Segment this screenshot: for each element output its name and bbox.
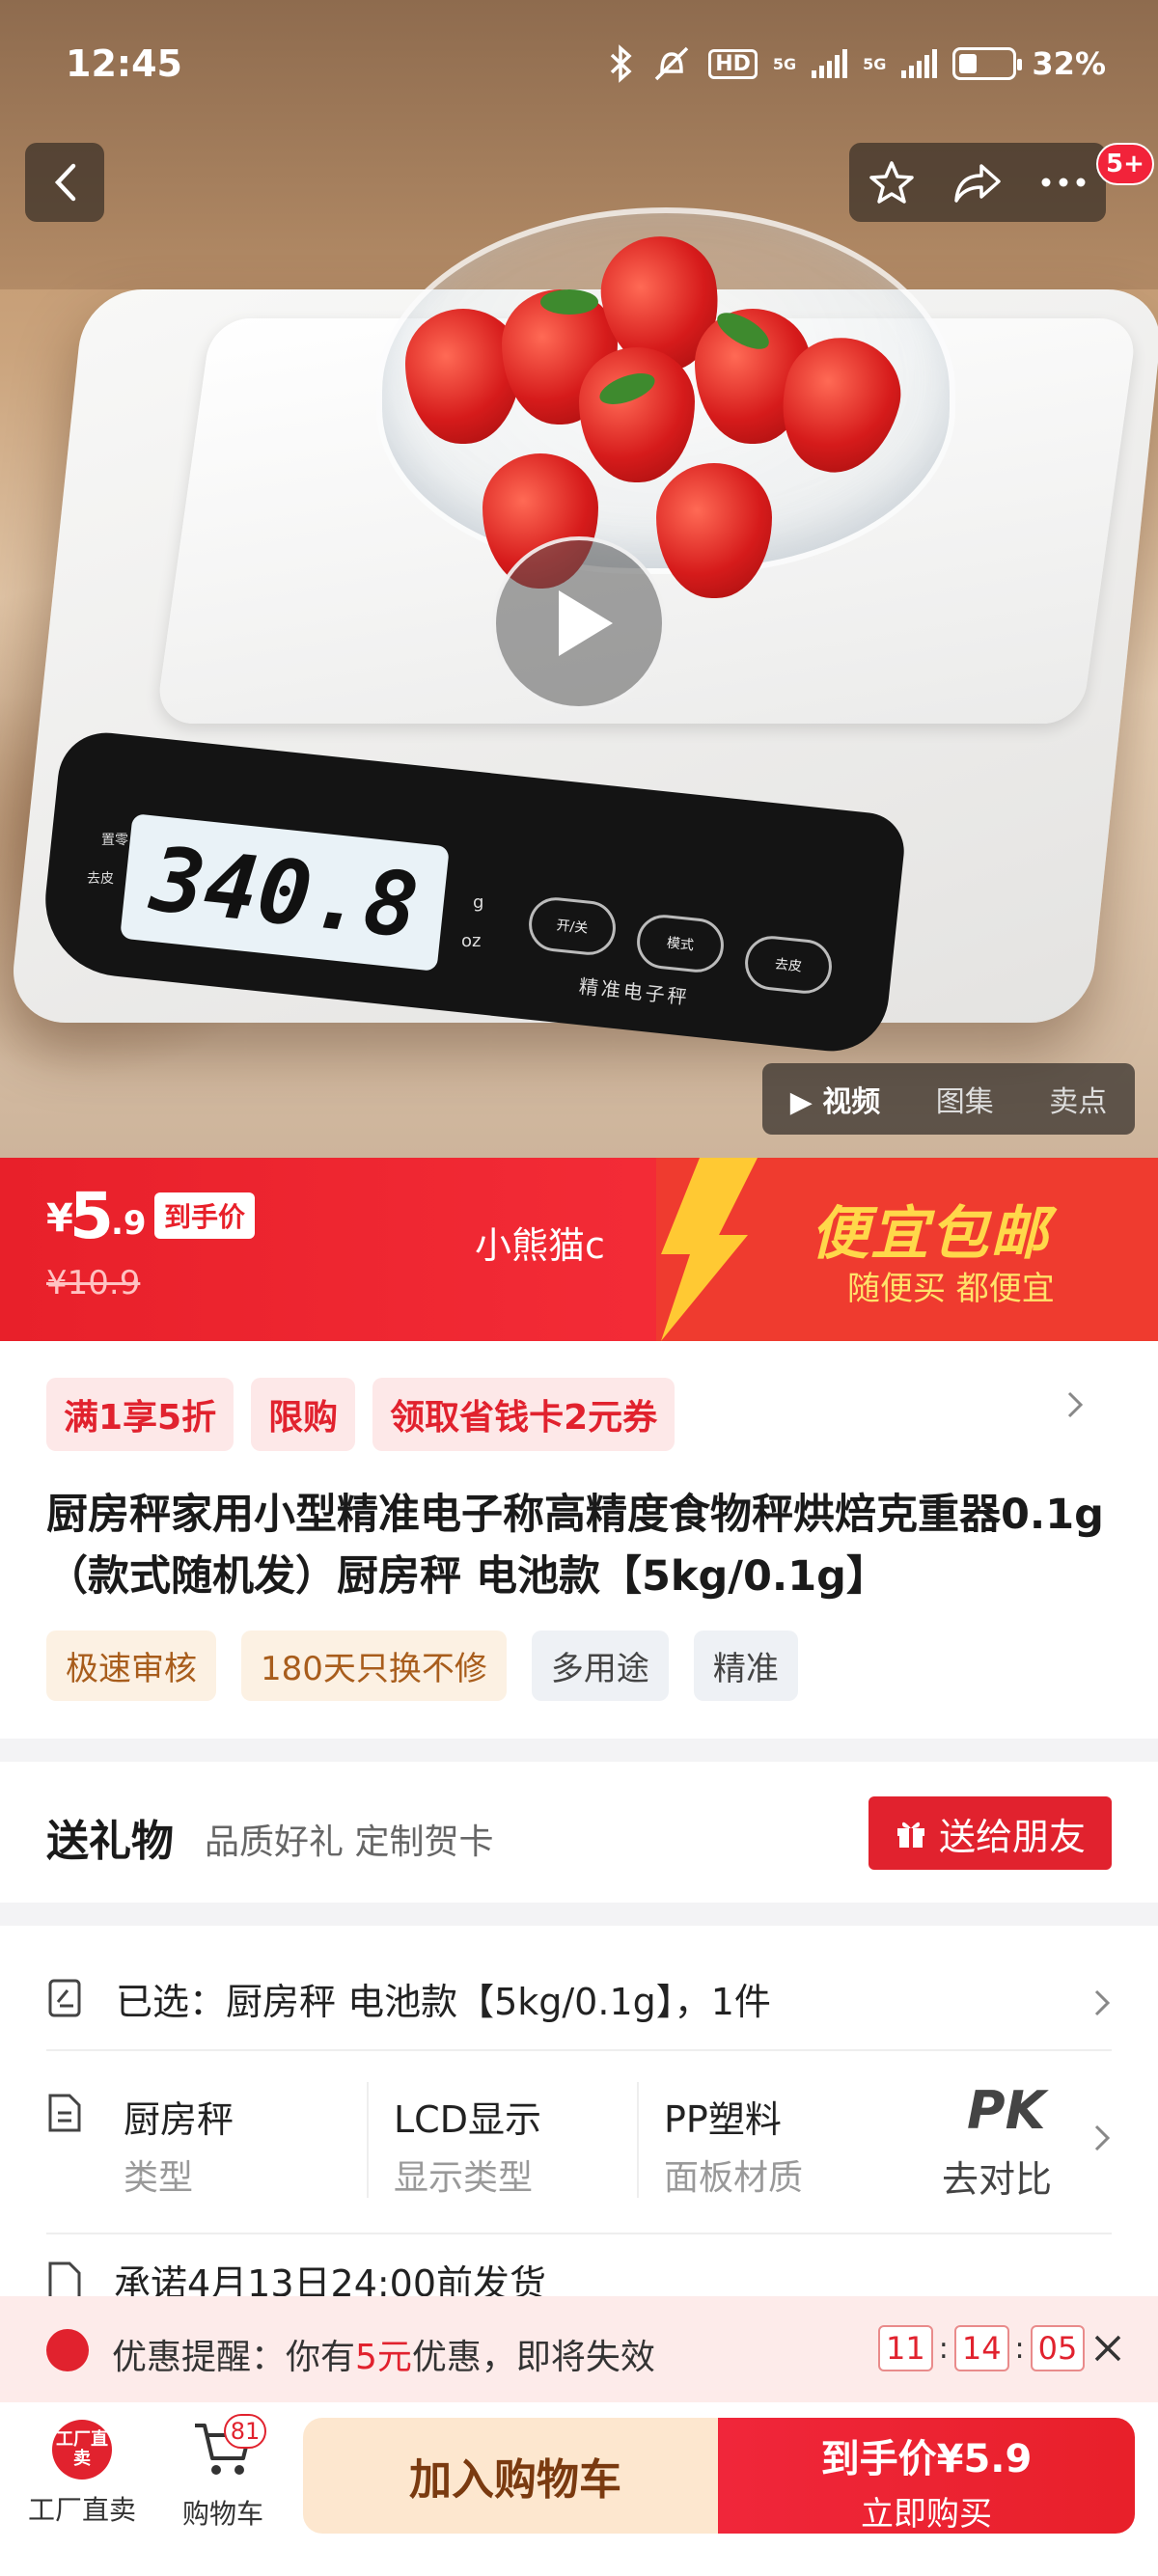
promo-tag[interactable]: 限购 (251, 1378, 356, 1451)
banner-slogan-sub: 随便买 都便宜 (847, 1270, 1055, 1308)
hd-icon: HD (708, 48, 758, 79)
bluetooth-icon (610, 44, 632, 83)
promo-tag[interactable]: 满1享5折 (46, 1378, 234, 1451)
pk-compare-badge[interactable]: PK (967, 2080, 1045, 2141)
media-tabs: ▶ 视频 图集 卖点 (762, 1063, 1135, 1135)
package-icon (48, 1979, 81, 2017)
product-info-card: 满1享5折 限购 领取省钱卡2元券 厨房秤家用小型精准电子称高精度食物秤烘焙克重… (0, 1341, 1158, 1739)
divider (637, 2082, 639, 2198)
buy-now-price: 到手价¥5.9 (820, 2437, 1033, 2481)
reminder-text: 优惠提醒：你有5元优惠，即将失效 (112, 2338, 655, 2377)
banner-slogan: 便宜包邮 (811, 1200, 1050, 1268)
promo-tag[interactable]: 领取省钱卡2元券 (372, 1378, 676, 1451)
send-to-friend-label: 送给朋友 (938, 1815, 1086, 1858)
gift-subtitle: 品质好礼 定制贺卡 (205, 1822, 494, 1862)
service-tag: 极速审核 (46, 1631, 216, 1701)
tab-gallery[interactable]: 图集 (936, 1078, 994, 1120)
shop-name[interactable]: 小熊猫c (475, 1216, 605, 1269)
cart-button[interactable]: 81 购物车 (160, 2414, 286, 2532)
divider (46, 2233, 1112, 2234)
bottom-action-bar: 工厂直卖 工厂直卖 81 购物车 加入购物车 到手价¥5.9 立即购买 (0, 2402, 1158, 2576)
header-actions (849, 143, 1106, 222)
attribute-value: LCD显示 (394, 2098, 541, 2141)
price-banner: ¥ 5 .9 到手价 ¥10.9 小熊猫c 便宜包邮 随便买 都便宜 (0, 1158, 1158, 1341)
document-icon (48, 2261, 81, 2299)
attribute-value: 厨房秤 (124, 2098, 234, 2141)
battery-level (959, 54, 977, 73)
compare-label[interactable]: 去对比 (942, 2150, 1052, 2203)
share-icon[interactable] (952, 160, 1003, 205)
cart-label: 购物车 (181, 2498, 263, 2530)
signal-icon (812, 49, 848, 78)
chevron-right-icon (1094, 1989, 1111, 2016)
chevron-right-icon[interactable] (1062, 1385, 1090, 1424)
play-icon (559, 590, 613, 656)
mute-bell-icon (654, 46, 689, 81)
gift-title: 送礼物 (46, 1817, 174, 1866)
timer-minutes: 14 (953, 2325, 1009, 2371)
cart-count-badge: 81 (224, 2414, 266, 2449)
timer-hours: 11 (878, 2325, 933, 2371)
message-badge: 5+ (1096, 143, 1154, 185)
tab-selling-points[interactable]: 卖点 (1049, 1078, 1107, 1120)
star-favorite-icon[interactable] (868, 158, 916, 206)
lcd-unit-g: g (473, 892, 484, 913)
lightning-bolt-icon (661, 1158, 758, 1341)
attribute-key: 类型 (124, 2158, 194, 2198)
document-icon (48, 2094, 81, 2132)
signal-icon (901, 49, 938, 78)
divider (46, 2049, 1112, 2051)
promotion-tags[interactable]: 满1享5折 限购 领取省钱卡2元券 (46, 1378, 676, 1451)
selected-variant-row[interactable]: 已选：厨房秤 电池款【5kg/0.1g】，1件 (46, 1955, 1117, 2042)
network-label: 5G (772, 54, 797, 73)
divider (367, 2082, 369, 2198)
selected-variant-text: 已选：厨房秤 电池款【5kg/0.1g】，1件 (116, 1980, 771, 2023)
add-to-cart-button[interactable]: 加入购物车 (303, 2418, 728, 2534)
buy-now-label: 立即购买 (861, 2495, 992, 2534)
attribute-key: 面板材质 (664, 2158, 804, 2198)
more-options-icon[interactable] (1039, 176, 1088, 189)
attribute-key: 显示类型 (394, 2158, 534, 2198)
tare-label: 去皮 (87, 871, 114, 887)
product-title: 厨房秤家用小型精准电子称高精度食物秤烘焙克重器0.1g（款式随机发）厨房秤 电池… (46, 1491, 1104, 1601)
attribute-value: PP塑料 (664, 2098, 782, 2141)
gift-icon (896, 1822, 924, 1848)
lcd-unit-oz: oz (461, 931, 482, 951)
buy-now-button[interactable]: 到手价¥5.9 立即购买 (718, 2418, 1135, 2534)
factory-direct-logo: 工厂直卖 (52, 2420, 112, 2480)
zero-label: 置零 (101, 833, 128, 848)
chevron-left-icon (54, 163, 76, 202)
play-video-button[interactable] (492, 536, 666, 710)
close-icon[interactable] (1089, 2329, 1127, 2368)
service-tag: 180天只换不修 (241, 1631, 507, 1701)
feature-tag: 精准 (693, 1631, 798, 1701)
battery-icon (952, 47, 1023, 80)
send-to-friend-button[interactable]: 送给朋友 (868, 1796, 1112, 1870)
feature-tag: 多用途 (531, 1631, 669, 1701)
status-time: 12:45 (66, 42, 182, 85)
final-price-tag: 到手价 (154, 1192, 256, 1239)
timer-seconds: 05 (1030, 2325, 1086, 2371)
countdown-timer: 11 : 14 : 05 (878, 2325, 1086, 2371)
alarm-clock-icon (46, 2329, 89, 2371)
strawberry-leaf (540, 289, 598, 315)
service-tags: 极速审核 180天只换不修 多用途 精准 (46, 1631, 798, 1701)
price-integer: 5 (69, 1179, 114, 1253)
factory-direct-button[interactable]: 工厂直卖 工厂直卖 (19, 2420, 145, 2528)
price-decimal: .9 (111, 1204, 147, 1243)
battery-percent: 32% (1032, 45, 1106, 82)
chevron-right-icon (1094, 2124, 1111, 2151)
tab-video[interactable]: ▶ 视频 (790, 1078, 881, 1120)
original-price: ¥10.9 (46, 1264, 141, 1302)
product-attributes-row[interactable]: 厨房秤 类型 LCD显示 显示类型 PP塑料 面板材质 PK 去对比 (46, 2070, 1117, 2225)
back-button[interactable] (25, 143, 104, 222)
discount-reminder-bar[interactable]: 优惠提醒：你有5元优惠，即将失效 11 : 14 : 05 (0, 2296, 1158, 2402)
factory-direct-label: 工厂直卖 (27, 2494, 136, 2526)
status-bar: 12:45 HD 5G 5G 32% (0, 0, 1158, 125)
network-label: 5G (863, 54, 887, 73)
gift-section: 送礼物 品质好礼 定制贺卡 送给朋友 (0, 1762, 1158, 1903)
